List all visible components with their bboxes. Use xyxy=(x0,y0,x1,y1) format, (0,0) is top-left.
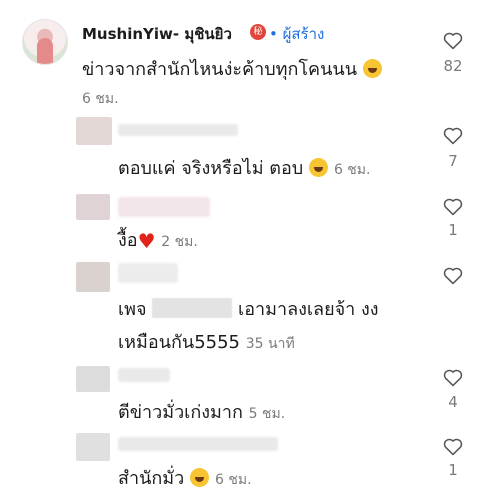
reply-username-blurred[interactable] xyxy=(118,437,278,451)
laughing-emoji-icon xyxy=(190,468,210,487)
reply-text-2: งื้อ♥ 2 ชม. xyxy=(118,225,198,254)
reply-text: ตอบแค่ จริงหรือไม่ ตอบ xyxy=(118,158,304,179)
laughing-emoji-icon xyxy=(309,158,329,177)
reply-time: 6 ชม. xyxy=(215,472,252,488)
creator-label: • ผู้สร้าง xyxy=(269,25,325,43)
like-heart-icon[interactable] xyxy=(443,266,463,285)
reply-avatar[interactable] xyxy=(76,194,110,220)
reply-text-3b: เหมือนกัน5555 35 นาที xyxy=(118,327,295,356)
like-heart-icon[interactable] xyxy=(443,126,463,145)
comment-username[interactable]: MushinYiw- มุชินยิว xyxy=(82,22,232,46)
reply-username-blurred[interactable] xyxy=(118,197,210,217)
reply-time: 35 นาที xyxy=(245,336,295,352)
reply-text-1: ตอบแค่ จริงหรือไม่ ตอบ 6 ชม. xyxy=(118,153,370,182)
comment-time: 6 ชม. xyxy=(82,91,119,107)
reply-like-count: 1 xyxy=(448,221,458,239)
commenter-avatar[interactable] xyxy=(22,19,68,65)
reply-text-3a: เพจ เอามาลงเลยจ้า งง xyxy=(118,294,379,323)
comment-like-count: 82 xyxy=(443,57,463,75)
comment-text-body: ข่าวจากสำนักไหนง่ะค้าบทุกโคนนน xyxy=(82,59,358,80)
reply-text: เหมือนกัน5555 xyxy=(118,332,241,353)
page-name-blurred xyxy=(152,298,233,318)
like-heart-icon[interactable] xyxy=(443,368,463,387)
reply-avatar[interactable] xyxy=(76,433,110,461)
reply-like-count: 7 xyxy=(448,152,458,170)
laughing-emoji-icon xyxy=(363,59,383,78)
secret-badge-icon: 秘 xyxy=(250,24,266,40)
reply-time: 5 ชม. xyxy=(248,406,286,422)
reply-avatar[interactable] xyxy=(76,366,110,392)
reply-username-blurred[interactable] xyxy=(118,263,178,283)
red-heart-icon: ♥ xyxy=(137,229,156,253)
reply-like-count: 4 xyxy=(448,393,458,411)
reply-text: ตีข่าวมั่วเก่งมาก xyxy=(118,402,243,423)
reply-text-4: ตีข่าวมั่วเก่งมาก 5 ชม. xyxy=(118,397,285,426)
reply-avatar[interactable] xyxy=(76,262,110,292)
like-heart-icon[interactable] xyxy=(443,197,463,216)
reply-text: งื้อ xyxy=(118,230,138,251)
reply-text-5: สำนักมั่ว 6 ชม. xyxy=(118,463,252,492)
like-heart-icon[interactable] xyxy=(443,437,463,456)
reply-username-blurred[interactable] xyxy=(118,124,238,136)
reply-avatar[interactable] xyxy=(76,117,112,145)
reply-text: เพจ xyxy=(118,299,147,320)
reply-text: สำนักมั่ว xyxy=(118,468,185,489)
reply-like-count: 1 xyxy=(448,461,458,479)
reply-time: 6 ชม. xyxy=(333,162,371,178)
reply-username-blurred[interactable] xyxy=(118,368,170,382)
reply-text: เอามาลงเลยจ้า งง xyxy=(238,299,379,320)
comment-text: ข่าวจากสำนักไหนง่ะค้าบทุกโคนนน xyxy=(82,54,383,83)
like-heart-icon[interactable] xyxy=(443,31,463,50)
reply-time: 2 ชม. xyxy=(161,234,198,250)
